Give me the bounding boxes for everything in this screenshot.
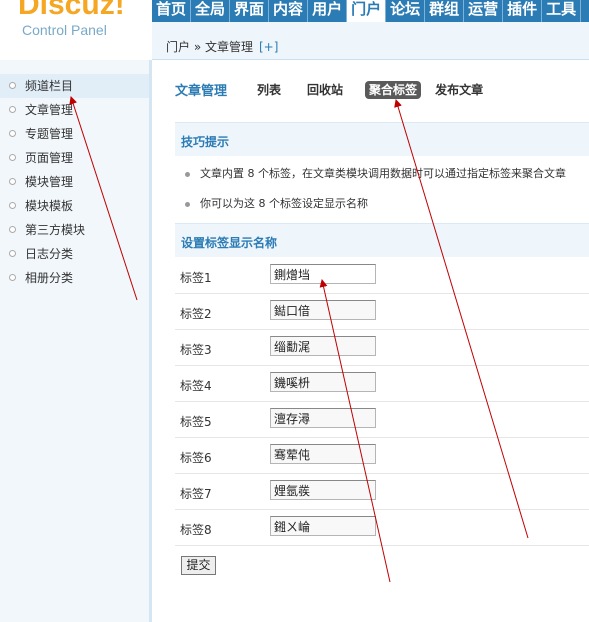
bullet-icon [9,226,16,233]
tips-heading-bar: 技巧提示 [175,122,589,156]
sidebar-item-label: 专题管理 [25,127,74,141]
sidebar-item-label: 日志分类 [25,247,74,261]
tag-label: 标签5 [180,415,212,429]
tag-name-input[interactable] [270,336,376,356]
top-nav-item[interactable]: 门户 [347,0,387,22]
tag-name-input[interactable] [270,444,376,464]
top-nav-item[interactable]: 内容 [269,0,309,22]
bullet-icon [9,202,16,209]
sidebar-item[interactable]: 文章管理 [0,98,149,122]
add-shortcut-button[interactable]: [+] [259,40,278,54]
logo[interactable]: Discuz! Control Panel [0,0,152,60]
top-nav: 首页 全局 界面 内容 用户 门户 论坛 群组 运营 插件 工具 [152,0,589,22]
sidebar-item[interactable]: 相册分类 [0,266,149,290]
tag-label: 标签1 [180,271,212,285]
sidebar-item-label: 相册分类 [25,271,74,285]
logo-subtitle: Control Panel [22,22,107,38]
form-row: 标签4 [175,366,589,402]
top-nav-item[interactable]: 界面 [230,0,270,22]
form-row: 标签3 [175,330,589,366]
header: Discuz! Control Panel 首页 全局 界面 内容 用户 门户 论坛 群组 运营… [0,0,589,60]
tag-label: 标签6 [180,451,212,465]
top-nav-item[interactable]: 工具 [542,0,582,22]
main-content: 文章管理 列表 回收站 聚合标签 发布文章 技巧提示 文章内置 8 个标签，在文章类模… [155,61,589,622]
form-row: 标签6 [175,438,589,474]
top-nav-item[interactable]: 群组 [425,0,465,22]
sidebar: 频道栏目文章管理专题管理页面管理模块管理模块模板第三方模块日志分类相册分类 [0,60,152,622]
sidebar-item[interactable]: 模块管理 [0,170,149,194]
tag-name-input[interactable] [270,372,376,392]
tag-name-input[interactable] [270,408,376,428]
tag-label: 标签3 [180,343,212,357]
bullet-icon [185,201,190,207]
tab[interactable]: 聚合标签 [365,80,422,99]
tab-bar: 列表 回收站 聚合标签 发布文章 [253,80,505,99]
form-row: 标签1 [175,258,589,294]
bullet-icon [9,250,16,257]
tip-text: 你可以为这 8 个标签设定显示名称 [200,197,368,210]
tip-item: 文章内置 8 个标签，在文章类模块调用数据时可以通过指定标签来聚合文章 [185,165,566,181]
sidebar-item-label: 模块管理 [25,175,74,189]
tag-name-input[interactable] [270,264,376,284]
top-nav-item[interactable]: 运营 [464,0,504,22]
top-nav-item[interactable]: 用户 [308,0,348,22]
tip-text: 文章内置 8 个标签，在文章类模块调用数据时可以通过指定标签来聚合文章 [200,167,566,180]
form-row: 标签5 [175,402,589,438]
breadcrumb: 门户 » 文章管理 [+] [166,38,278,55]
bullet-icon [185,171,190,177]
top-nav-item[interactable]: 论坛 [386,0,426,22]
form-row: 标签7 [175,474,589,510]
tips-heading: 技巧提示 [181,135,230,149]
bullet-icon [9,130,16,137]
sidebar-item[interactable]: 第三方模块 [0,218,149,242]
sidebar-item[interactable]: 频道栏目 [0,74,149,98]
tag-label: 标签2 [180,307,212,321]
sidebar-item-label: 频道栏目 [25,79,74,93]
form-row: 标签2 [175,294,589,330]
tab[interactable]: 回收站 [303,81,347,99]
sidebar-item[interactable]: 专题管理 [0,122,149,146]
breadcrumb-text: 门户 » 文章管理 [166,40,253,54]
top-nav-item[interactable]: 全局 [191,0,231,22]
bullet-icon [9,82,16,89]
bullet-icon [9,106,16,113]
bullet-icon [9,178,16,185]
sidebar-item-label: 页面管理 [25,151,74,165]
page-title: 文章管理 [175,83,228,99]
breadcrumb-bar: 门户 » 文章管理 [+] [152,22,589,60]
logo-brand: Discuz! [18,0,125,21]
tab[interactable]: 发布文章 [431,81,487,99]
sidebar-item[interactable]: 日志分类 [0,242,149,266]
sub-header: 文章管理 列表 回收站 聚合标签 发布文章 [175,79,505,99]
sidebar-menu: 频道栏目文章管理专题管理页面管理模块管理模块模板第三方模块日志分类相册分类 [0,74,149,290]
tip-item: 你可以为这 8 个标签设定显示名称 [185,195,368,211]
sidebar-item-label: 文章管理 [25,103,74,117]
form-row: 标签8 [175,510,589,546]
form-heading: 设置标签显示名称 [181,236,278,250]
submit-button[interactable]: 提交 [181,556,216,575]
form-heading-bar: 设置标签显示名称 [175,223,589,257]
bullet-icon [9,154,16,161]
tag-label: 标签8 [180,523,212,537]
sidebar-item[interactable]: 模块模板 [0,194,149,218]
top-nav-item[interactable]: 插件 [503,0,543,22]
top-nav-item[interactable]: 首页 [152,0,192,22]
tag-label: 标签4 [180,379,212,393]
sidebar-item-label: 模块模板 [25,199,74,213]
sidebar-item[interactable]: 页面管理 [0,146,149,170]
tag-name-input[interactable] [270,516,376,536]
tag-name-input[interactable] [270,480,376,500]
tag-name-input[interactable] [270,300,376,320]
bullet-icon [9,274,16,281]
tab[interactable]: 列表 [253,81,285,99]
tag-label: 标签7 [180,487,212,501]
sidebar-item-label: 第三方模块 [25,223,86,237]
